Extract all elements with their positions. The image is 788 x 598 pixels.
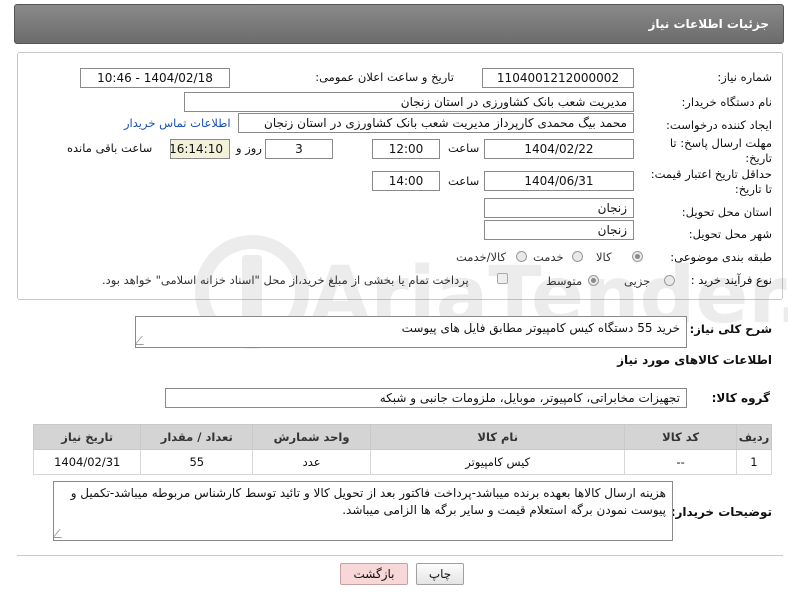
purchase-type-label: نوع فرآیند خرید : [690, 273, 772, 287]
price-validity-label-1: حداقل تاریخ اعتبار قیمت: [650, 167, 772, 181]
announce-field: 1404/02/18 - 10:46 [80, 68, 230, 88]
resize-grip-icon[interactable] [136, 336, 151, 345]
buyer-org-label: نام دستگاه خریدار: [681, 95, 772, 109]
goods-group-label: گروه کالا: [711, 391, 770, 405]
category-option-goods: کالا [596, 250, 612, 264]
col-quantity: تعداد / مقدار [140, 424, 254, 450]
category-option-service: خدمت [533, 250, 564, 264]
back-button[interactable]: بازگشت [340, 563, 408, 585]
purchase-option-minor: جزیی [624, 274, 651, 288]
cell-quantity: 55 [140, 449, 254, 475]
goods-group-field: تجهیزات مخابراتی، کامپیوتر، موبایل، ملزو… [165, 388, 687, 408]
remaining-time-field: 16:14:10 [170, 139, 230, 159]
announce-label: تاریخ و ساعت اعلان عمومی: [315, 70, 454, 84]
reply-deadline-label-2: تاریخ: [745, 151, 772, 165]
purchase-radio-medium[interactable] [588, 275, 599, 286]
description-label: شرح کلی نیاز: [689, 322, 772, 336]
category-radio-goods-service[interactable] [516, 251, 527, 262]
price-validity-time-field: 14:00 [372, 171, 440, 191]
table-row: 1 -- کیس کامپیوتر عدد 55 1404/02/31 [32, 449, 773, 475]
panel-header: جزئیات اطلاعات نیاز [14, 4, 784, 44]
delivery-city-label: شهر محل تحویل: [688, 227, 772, 241]
col-code: کد کالا [624, 424, 737, 450]
buyer-contact-link[interactable]: اطلاعات تماس خریدار [124, 116, 231, 130]
category-radio-service[interactable] [572, 251, 583, 262]
goods-table-header: ردیف کد کالا نام کالا واحد شمارش تعداد /… [32, 424, 773, 450]
category-option-goods-service: کالا/خدمت [456, 250, 507, 264]
goods-table: ردیف کد کالا نام کالا واحد شمارش تعداد /… [32, 424, 773, 475]
reply-days-label: روز و [236, 141, 262, 155]
buyer-notes-text: هزینه ارسال کالاها بعهده برنده میباشد-پر… [70, 486, 666, 517]
need-number-field: 1104001212000002 [482, 68, 634, 88]
category-label: طبقه بندی موضوعی: [670, 250, 772, 264]
print-button[interactable]: چاپ [416, 563, 464, 585]
cell-row: 1 [735, 449, 773, 475]
goods-section-title: اطلاعات کالاهای مورد نیاز [617, 353, 772, 367]
requester-field: محمد بیگ محمدی کارپرداز مدیریت شعب بانک … [238, 113, 634, 133]
price-validity-date-field: 1404/06/31 [484, 171, 634, 191]
col-name: نام کالا [370, 424, 626, 450]
cell-need-date: 1404/02/31 [32, 449, 142, 475]
price-validity-label-2: تا تاریخ: [734, 182, 772, 196]
footer-divider [17, 555, 783, 556]
delivery-city-field: زنجان [484, 220, 634, 240]
buyer-notes-label: توضیحات خریدار: [670, 505, 772, 519]
cell-unit: عدد [252, 449, 372, 475]
category-radio-goods[interactable] [632, 251, 643, 262]
requester-label: ایجاد کننده درخواست: [666, 118, 772, 132]
delivery-province-label: استان محل تحویل: [681, 205, 772, 219]
purchase-radio-minor[interactable] [664, 275, 675, 286]
price-validity-time-label: ساعت [448, 174, 480, 188]
reply-time-label: ساعت [448, 141, 480, 155]
reply-days-field: 3 [265, 139, 333, 159]
buyer-org-field: مدیریت شعب بانک کشاورزی در استان زنجان [184, 92, 634, 112]
col-row: ردیف [735, 424, 773, 450]
cell-code: -- [624, 449, 737, 475]
page-title: جزئیات اطلاعات نیاز [648, 17, 769, 31]
remaining-time-label: ساعت باقی مانده [67, 141, 153, 155]
resize-grip-icon[interactable] [54, 529, 69, 538]
reply-date-field: 1404/02/22 [484, 139, 634, 159]
purchase-option-medium: متوسط [546, 274, 583, 288]
need-number-label: شماره نیاز: [717, 70, 772, 84]
buyer-notes-field[interactable]: هزینه ارسال کالاها بعهده برنده میباشد-پر… [53, 481, 673, 541]
cell-name: کیس کامپیوتر [370, 449, 626, 475]
delivery-province-field: زنجان [484, 198, 634, 218]
treasury-payment-checkbox[interactable] [497, 273, 508, 284]
col-need-date: تاریخ نیاز [32, 424, 142, 450]
col-unit: واحد شمارش [252, 424, 372, 450]
description-field[interactable]: خرید 55 دستگاه کیس کامپیوتر مطابق فایل ه… [135, 316, 687, 348]
description-text: خرید 55 دستگاه کیس کامپیوتر مطابق فایل ه… [401, 321, 680, 335]
treasury-payment-note: پرداخت تمام یا بخشی از مبلغ خرید،از محل … [102, 273, 469, 287]
reply-deadline-label-1: مهلت ارسال پاسخ: تا [669, 136, 772, 150]
reply-time-field: 12:00 [372, 139, 440, 159]
